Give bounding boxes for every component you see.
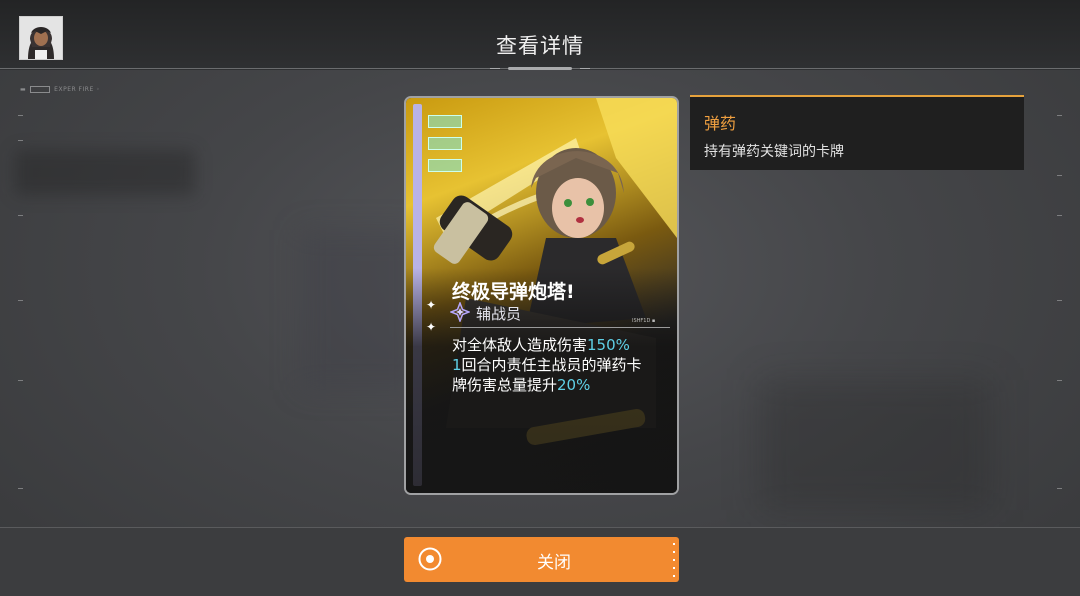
card-code: ISHF1D ▪ <box>632 318 656 324</box>
hud-tick <box>1057 115 1062 116</box>
blurred-background-shape <box>300 230 420 390</box>
card-description: 对全体敌人造成伤害150% 1回合内责任主战员的弹药卡 牌伤害总量提升20% <box>452 336 642 394</box>
close-button[interactable]: 关闭 <box>404 537 679 582</box>
tooltip-title: 弹药 <box>704 114 737 133</box>
hud-tick <box>1057 175 1062 176</box>
tooltip-text: 持有弹药关键词的卡牌 <box>704 144 844 160</box>
hud-tick <box>1057 300 1062 301</box>
card-divider <box>450 327 670 328</box>
sparkle-icon: ✦ <box>426 298 437 312</box>
sparkle-icon: ✦ <box>426 320 437 334</box>
bonus-value: 20% <box>557 376 591 394</box>
button-edge-decoration <box>673 543 675 583</box>
header-divider-ornament <box>490 65 590 72</box>
card-type: 辅战员 <box>476 305 522 323</box>
hud-tick <box>18 488 23 489</box>
hud-decoration: ▬ EXPER FIRE ◦ <box>20 86 101 93</box>
blurred-background-shape <box>760 380 990 510</box>
player-avatar[interactable] <box>19 16 63 60</box>
hud-tick <box>18 380 23 381</box>
turn-count: 1 <box>452 356 462 374</box>
hud-tick <box>1057 380 1062 381</box>
hud-tick <box>1057 215 1062 216</box>
card-name: 终极导弹炮塔! <box>452 281 575 303</box>
character-portrait-icon <box>20 17 62 59</box>
hud-tick <box>18 140 23 141</box>
hud-tick <box>18 115 23 116</box>
hud-tick <box>18 215 23 216</box>
support-star-icon <box>450 302 470 322</box>
keyword-tooltip: 弹药 持有弹药关键词的卡牌 <box>690 95 1024 170</box>
card-cost-indicator <box>428 115 462 181</box>
damage-value: 150% <box>587 336 630 354</box>
close-button-label: 关闭 <box>537 553 571 573</box>
card-detail[interactable]: ✦ ✦ 终极导弹炮塔! 辅战员 ISHF1D ▪ 对全体敌人造成伤害150% 1… <box>404 96 679 495</box>
hud-tick <box>18 300 23 301</box>
hud-tick <box>1057 488 1062 489</box>
blurred-background-panel <box>15 150 195 195</box>
footer-divider <box>0 527 1080 528</box>
page-title: 查看详情 <box>496 34 584 58</box>
